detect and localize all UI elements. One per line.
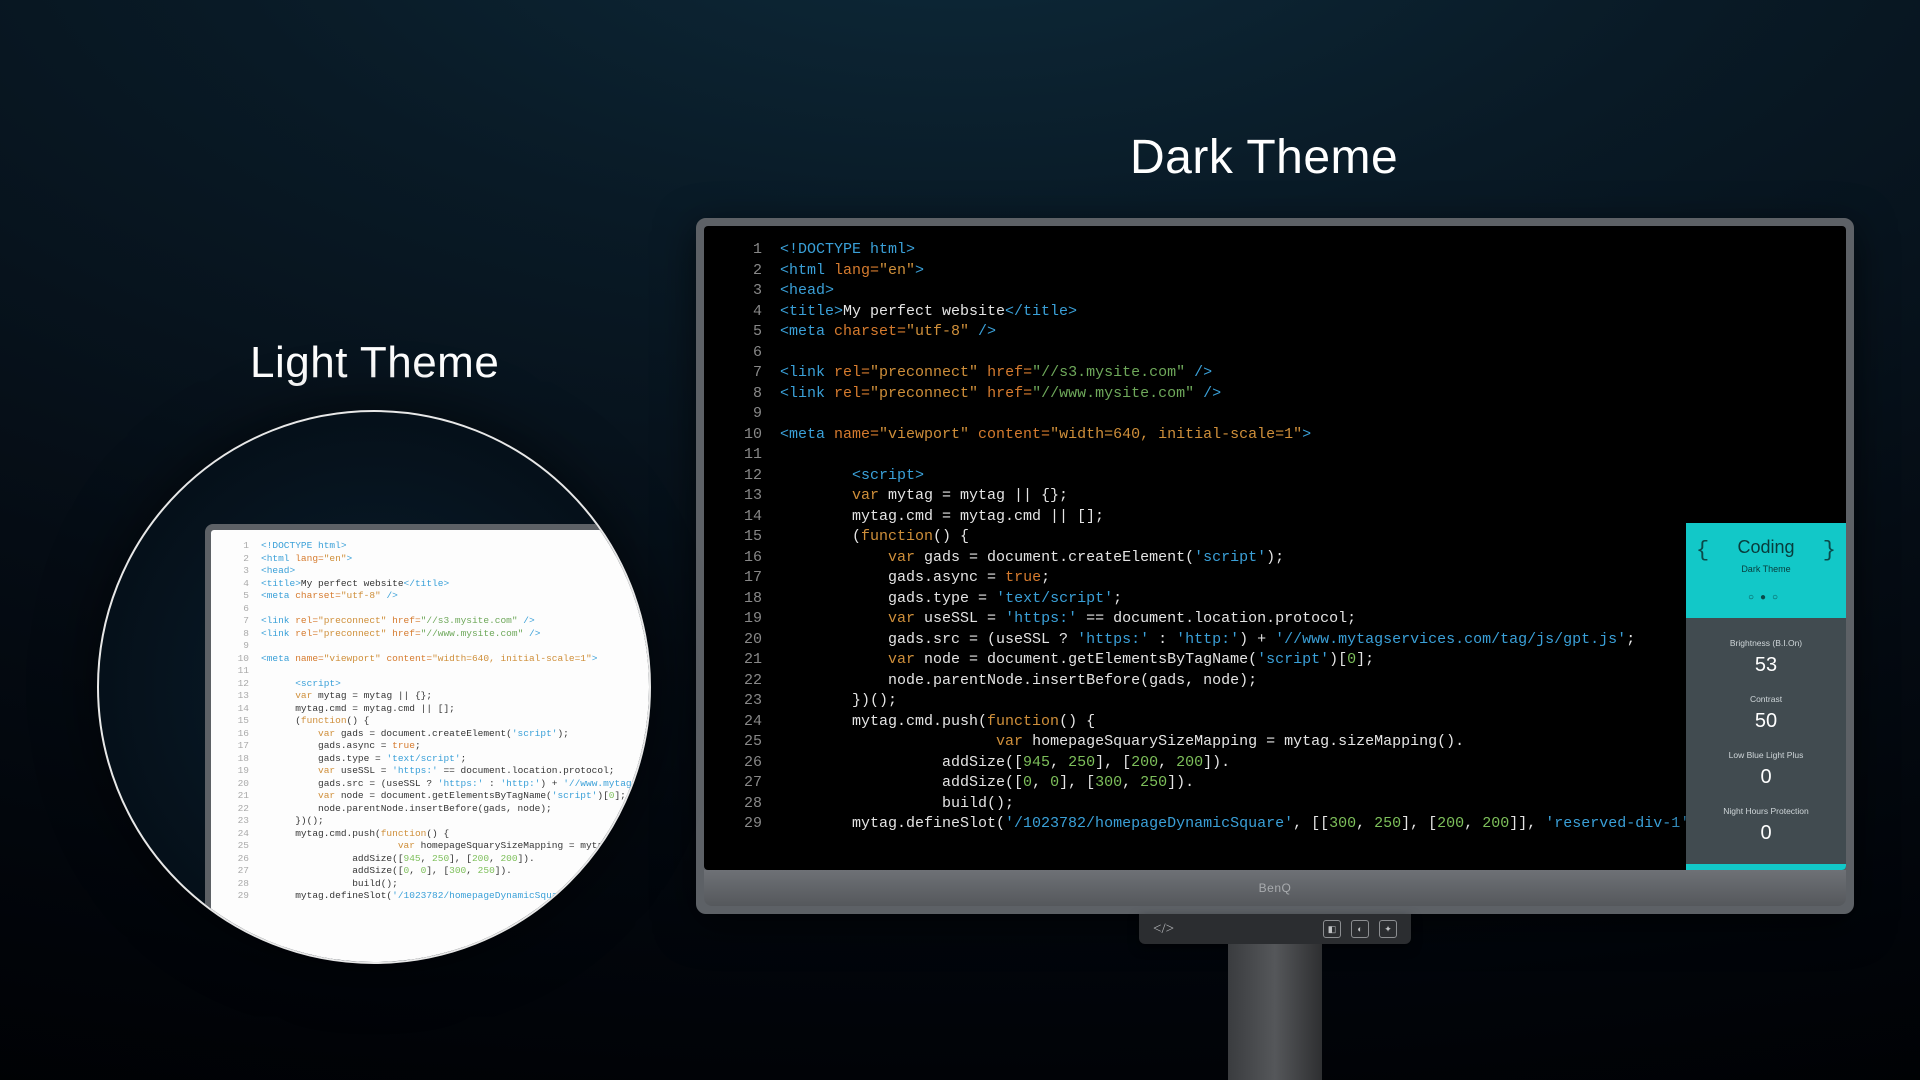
osd-body: Brightness (B.I.On) 53 Contrast 50 Low B… bbox=[1686, 618, 1846, 864]
osd-row-contrast[interactable]: Contrast 50 bbox=[1686, 682, 1846, 738]
code-light: 1<!DOCTYPE html> 2<html lang="en"> 3<hea… bbox=[227, 540, 651, 903]
dock-button-1[interactable]: ◧ bbox=[1323, 920, 1341, 938]
code-dark: 1<!DOCTYPE html> 2<html lang="en"> 3<hea… bbox=[728, 240, 1822, 835]
osd-pagination-dots[interactable]: ○●○ bbox=[1692, 588, 1840, 609]
monitor-dark-stand bbox=[1228, 944, 1322, 1080]
code-icon[interactable]: </> bbox=[1153, 921, 1174, 938]
dock-button-2[interactable]: ◐ bbox=[1351, 920, 1369, 938]
osd-row-low-blue-light[interactable]: Low Blue Light Plus 0 bbox=[1686, 738, 1846, 794]
osd-title: Coding bbox=[1692, 537, 1840, 558]
monitor-dark-dock: </> ◧ ◐ ✦ bbox=[1139, 914, 1411, 944]
brace-left-icon: { bbox=[1696, 541, 1709, 562]
brand-logo: BenQ bbox=[1259, 881, 1292, 895]
monitor-light-screen: 1<!DOCTYPE html> 2<html lang="en"> 3<hea… bbox=[211, 530, 651, 964]
osd-row-brightness[interactable]: Brightness (B.I.On) 53 bbox=[1686, 626, 1846, 682]
stage: Light Theme Dark Theme 1<!DOCTYPE html> … bbox=[0, 0, 1920, 1080]
osd-row-night-hours[interactable]: Night Hours Protection 0 bbox=[1686, 794, 1846, 850]
dock-button-3[interactable]: ✦ bbox=[1379, 920, 1397, 938]
brace-right-icon: } bbox=[1823, 541, 1836, 562]
light-theme-circle: 1<!DOCTYPE html> 2<html lang="en"> 3<hea… bbox=[97, 410, 651, 964]
light-theme-heading: Light Theme bbox=[250, 338, 499, 388]
osd-header: { } Coding Dark Theme ○●○ bbox=[1686, 523, 1846, 619]
monitor-dark-chin: BenQ bbox=[704, 870, 1846, 906]
osd-bottom-bar bbox=[1686, 864, 1846, 870]
monitor-dark-screen: 1<!DOCTYPE html> 2<html lang="en"> 3<hea… bbox=[704, 226, 1846, 870]
monitor-dark: 1<!DOCTYPE html> 2<html lang="en"> 3<hea… bbox=[696, 218, 1854, 1080]
monitor-light: 1<!DOCTYPE html> 2<html lang="en"> 3<hea… bbox=[205, 524, 651, 964]
osd-subtitle: Dark Theme bbox=[1692, 559, 1840, 580]
osd-panel[interactable]: { } Coding Dark Theme ○●○ Brightness (B.… bbox=[1686, 523, 1846, 871]
monitor-dark-frame: 1<!DOCTYPE html> 2<html lang="en"> 3<hea… bbox=[696, 218, 1854, 914]
dark-theme-heading: Dark Theme bbox=[1130, 130, 1398, 185]
monitor-light-frame: 1<!DOCTYPE html> 2<html lang="en"> 3<hea… bbox=[205, 524, 651, 964]
